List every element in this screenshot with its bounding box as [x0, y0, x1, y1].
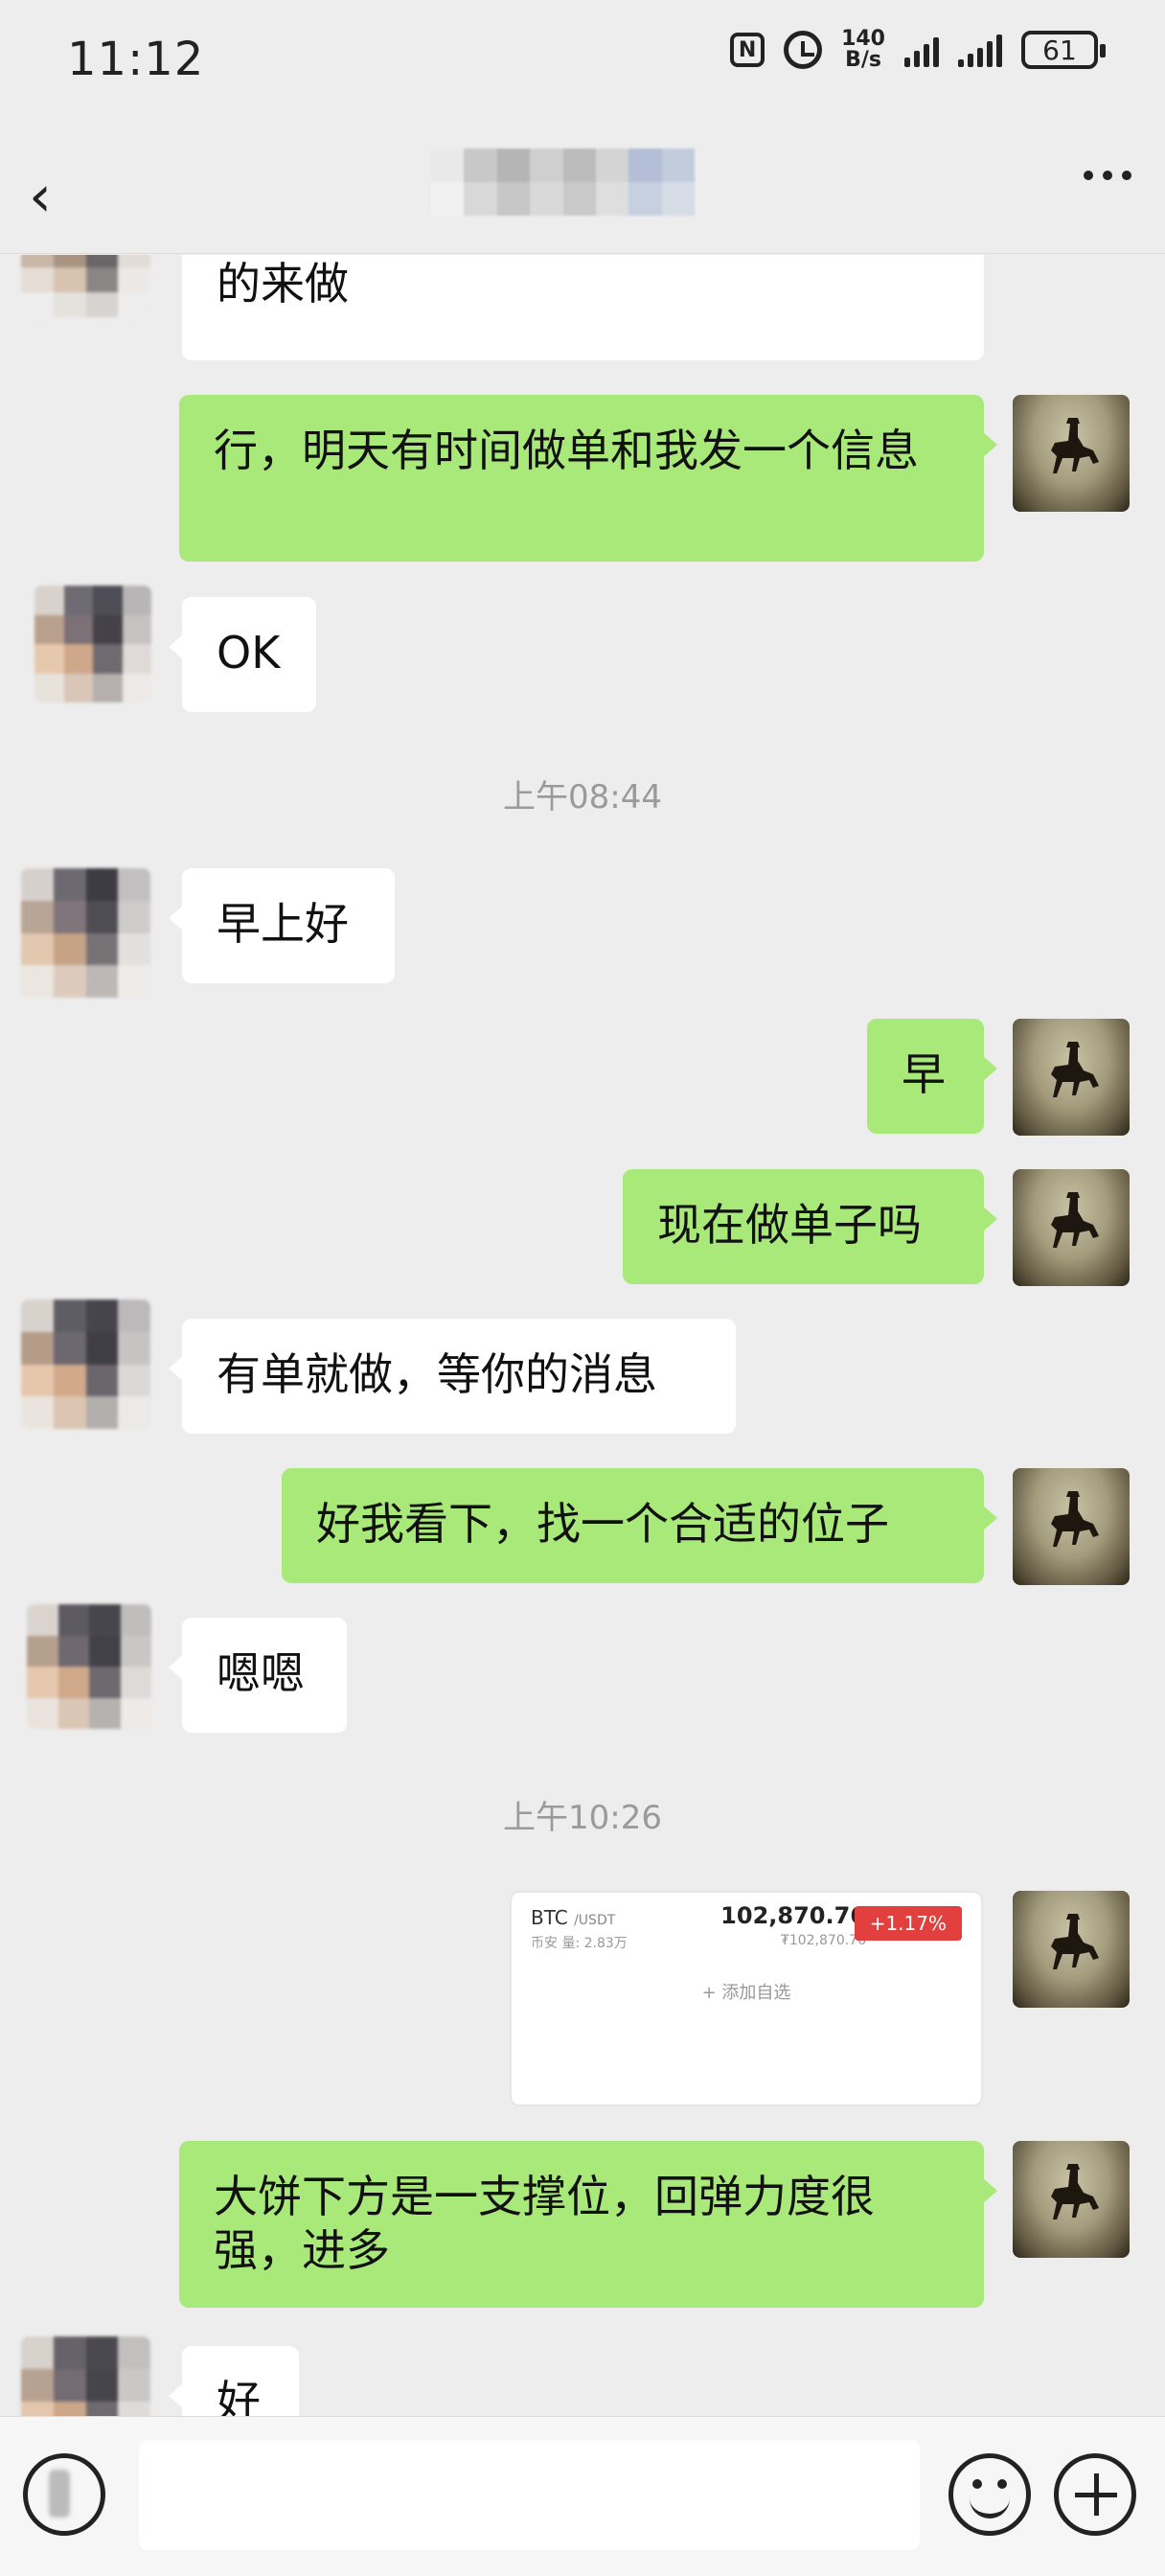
pair-base: BTC — [531, 1906, 568, 1929]
nfc-icon: N — [730, 33, 765, 67]
voice-input-icon[interactable] — [23, 2453, 105, 2536]
horse-rider-icon — [1051, 1192, 1099, 1248]
message-bubble-sent[interactable]: 行，明天有时间做单和我发一个信息 — [179, 395, 997, 562]
pair-quote: /USDT — [574, 1913, 616, 1928]
network-speed-value: 140 — [841, 27, 885, 51]
message-bubble-sent[interactable]: 现在做单子吗 — [623, 1169, 997, 1284]
message-text: 早上好 — [217, 898, 349, 950]
signal-icon-2 — [958, 33, 1002, 67]
horse-rider-icon — [1051, 1914, 1099, 1969]
message-text: OK — [217, 627, 281, 678]
my-avatar[interactable] — [1013, 1169, 1130, 1286]
message-text: 明天吧，晚上调整一下心情，大好好的来做 — [217, 255, 922, 310]
message-bubble-received[interactable]: 明天吧，晚上调整一下心情，大好好的来做 — [182, 255, 984, 360]
message-text: 好 — [217, 2376, 261, 2416]
add-to-watchlist[interactable]: + 添加自选 — [512, 1979, 981, 2004]
message-text: 好我看下，找一个合适的位子 — [316, 1498, 889, 1550]
message-text: 有单就做，等你的消息 — [217, 1348, 657, 1400]
message-text: 行，明天有时间做单和我发一个信息 — [214, 425, 919, 476]
crypto-quote-card[interactable]: BTC /USDT 币安 量: 2.83万 102,870.76 ₮102,87… — [510, 1891, 983, 2106]
my-avatar[interactable] — [1013, 2141, 1130, 2258]
input-bar — [0, 2416, 1165, 2576]
message-bubble-received[interactable]: OK — [169, 597, 316, 712]
message-text: 早 — [902, 1048, 946, 1100]
my-avatar[interactable] — [1013, 1891, 1130, 2008]
chat-header: ‹ — [0, 125, 1165, 254]
network-speed-unit: B/s — [845, 48, 881, 72]
my-avatar[interactable] — [1013, 395, 1130, 512]
price-change-badge: +1.17% — [854, 1906, 962, 1941]
more-options-icon[interactable] — [1084, 171, 1131, 180]
message-bubble-received[interactable]: 好 — [169, 2346, 299, 2416]
last-price: 102,870.76 — [720, 1902, 866, 1929]
message-bubble-sent[interactable]: 好我看下，找一个合适的位子 — [282, 1468, 997, 1583]
status-icons: N 140 B/s 61 — [730, 29, 1106, 71]
status-bar: 11:12 N 140 B/s 61 — [0, 0, 1165, 125]
alarm-icon — [784, 31, 823, 69]
message-timestamp: 上午10:26 — [503, 1799, 662, 1837]
plus-icon[interactable] — [1054, 2453, 1136, 2536]
back-arrow-icon[interactable]: ‹ — [29, 163, 52, 230]
message-input[interactable] — [139, 2440, 920, 2550]
contact-avatar[interactable] — [21, 255, 150, 317]
horse-rider-icon — [1051, 1491, 1099, 1547]
contact-avatar[interactable] — [21, 1300, 150, 1429]
message-bubble-received[interactable]: 有单就做，等你的消息 — [169, 1319, 736, 1434]
status-time: 11:12 — [67, 33, 205, 86]
signal-icon — [904, 33, 939, 67]
contact-avatar[interactable] — [34, 586, 151, 702]
my-avatar[interactable] — [1013, 1019, 1130, 1136]
emoji-icon[interactable] — [948, 2453, 1031, 2536]
message-bubble-received[interactable]: 嗯嗯 — [169, 1618, 347, 1733]
contact-avatar[interactable] — [21, 868, 150, 998]
trading-pair: BTC /USDT — [531, 1906, 615, 1929]
horse-rider-icon — [1051, 418, 1099, 473]
contact-avatar[interactable] — [21, 2336, 150, 2416]
message-text: 嗯嗯 — [217, 1647, 305, 1699]
message-bubble-sent[interactable]: 早 — [867, 1019, 997, 1134]
my-avatar[interactable] — [1013, 1468, 1130, 1585]
fiat-price: ₮102,870.76 — [780, 1933, 866, 1948]
contact-avatar[interactable] — [27, 1604, 151, 1729]
message-text: 现在做单子吗 — [657, 1199, 922, 1251]
network-speed: 140 B/s — [841, 29, 885, 71]
exchange-volume: 币安 量: 2.83万 — [531, 1936, 628, 1951]
message-text: 大饼下方是一支撑位，回弹力度很强，进多 — [214, 2171, 875, 2276]
contact-name-blurred — [431, 149, 695, 216]
horse-rider-icon — [1051, 2164, 1099, 2220]
message-bubble-received[interactable]: 早上好 — [169, 868, 395, 983]
message-timestamp: 上午08:44 — [503, 778, 662, 816]
message-bubble-sent[interactable]: 大饼下方是一支撑位，回弹力度很强，进多 — [179, 2141, 997, 2308]
horse-rider-icon — [1051, 1042, 1099, 1097]
battery-icon: 61 — [1021, 31, 1106, 69]
